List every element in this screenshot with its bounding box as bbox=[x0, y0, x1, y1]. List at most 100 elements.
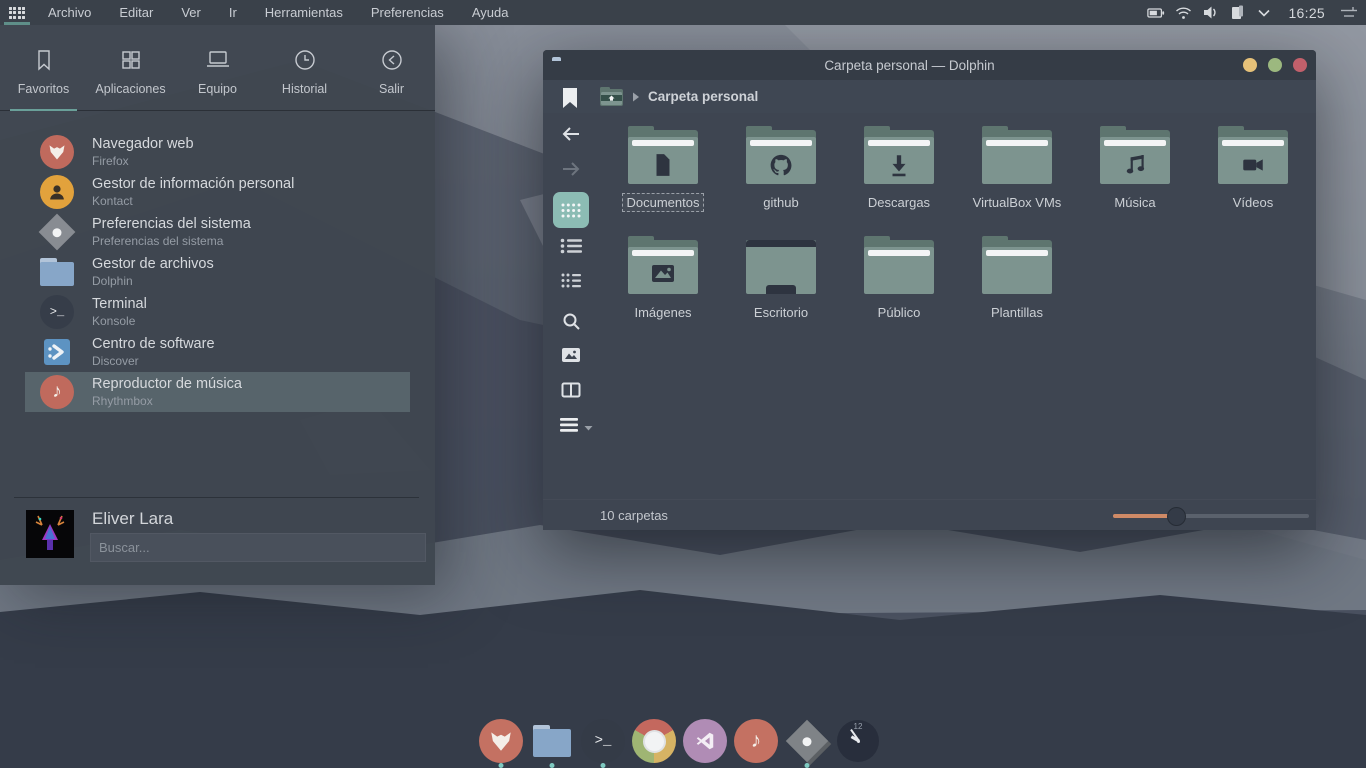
app-item-discover[interactable]: Centro de softwareDiscover bbox=[25, 332, 410, 372]
tab-equipo[interactable]: Equipo bbox=[174, 25, 261, 110]
history-icon bbox=[292, 47, 318, 73]
system-tray: 16:25 bbox=[1147, 4, 1366, 22]
app-title: Terminal bbox=[92, 296, 147, 313]
menu-archivo[interactable]: Archivo bbox=[34, 0, 105, 25]
tab-salir[interactable]: Salir bbox=[348, 25, 435, 110]
menu-preferencias[interactable]: Preferencias bbox=[357, 0, 458, 25]
app-item-system-settings[interactable]: Preferencias del sistemaPreferencias del… bbox=[25, 212, 410, 252]
dock-system-settings-icon[interactable] bbox=[785, 719, 829, 763]
folder-github[interactable]: github bbox=[722, 126, 840, 212]
back-button[interactable] bbox=[553, 116, 589, 152]
footer-separator bbox=[14, 497, 419, 498]
user-avatar[interactable] bbox=[26, 510, 74, 558]
list-view-button[interactable] bbox=[553, 228, 589, 264]
tab-aplicaciones[interactable]: Aplicaciones bbox=[87, 25, 174, 110]
wifi-icon[interactable] bbox=[1174, 4, 1192, 22]
folder-musica[interactable]: Música bbox=[1076, 126, 1194, 212]
status-folder-count: 10 carpetas bbox=[600, 508, 668, 523]
discover-icon bbox=[40, 335, 74, 369]
app-title: Navegador web bbox=[92, 136, 194, 153]
launcher-tabs: Favoritos Aplicaciones Equipo Historial … bbox=[0, 25, 435, 111]
folder-label: Documentos bbox=[622, 193, 705, 212]
menu-ir[interactable]: Ir bbox=[215, 0, 251, 25]
forward-button[interactable] bbox=[553, 151, 589, 187]
bookmark-toolbar-icon[interactable] bbox=[563, 88, 577, 108]
folder-videos[interactable]: Vídeos bbox=[1194, 126, 1312, 212]
app-title: Gestor de información personal bbox=[92, 176, 294, 193]
favorites-list: Navegador webFirefox Gestor de informaci… bbox=[0, 132, 435, 412]
zoom-slider-handle[interactable] bbox=[1167, 507, 1186, 526]
app-item-firefox[interactable]: Navegador webFirefox bbox=[25, 132, 410, 172]
desktop-folder-icon bbox=[746, 236, 816, 294]
dock-chrome-icon[interactable] bbox=[632, 719, 676, 763]
app-item-rhythmbox[interactable]: ♪ Reproductor de músicaRhythmbox bbox=[25, 372, 410, 412]
maximize-button[interactable] bbox=[1268, 58, 1282, 72]
application-launcher-panel: Favoritos Aplicaciones Equipo Historial … bbox=[0, 25, 435, 585]
menu-ayuda[interactable]: Ayuda bbox=[458, 0, 523, 25]
dock-vscode-icon[interactable] bbox=[683, 719, 727, 763]
folder-grid-row-1: Documentos github Descargas VirtualBox V… bbox=[604, 126, 1312, 212]
download-glyph bbox=[886, 152, 912, 178]
minimize-button[interactable] bbox=[1243, 58, 1257, 72]
folder-label: Música bbox=[1109, 193, 1160, 212]
dock-rhythmbox-icon[interactable]: ♪ bbox=[734, 719, 778, 763]
tab-historial[interactable]: Historial bbox=[261, 25, 348, 110]
menu-editar[interactable]: Editar bbox=[105, 0, 167, 25]
dock-konsole-icon[interactable]: >_ bbox=[581, 719, 625, 763]
icons-view-icon bbox=[560, 202, 582, 219]
folder-label: Vídeos bbox=[1228, 193, 1278, 212]
panel-settings-icon[interactable] bbox=[1340, 4, 1358, 22]
tab-label: Favoritos bbox=[18, 82, 69, 96]
dolphin-window: Carpeta personal — Dolphin Carpeta perso… bbox=[543, 50, 1316, 530]
icons-view-button[interactable] bbox=[553, 192, 589, 228]
menu-caret-icon bbox=[584, 425, 593, 431]
chevron-down-icon[interactable] bbox=[1255, 4, 1273, 22]
app-subtitle: Discover bbox=[92, 354, 215, 368]
details-view-button[interactable] bbox=[553, 262, 589, 298]
battery-icon[interactable] bbox=[1147, 4, 1165, 22]
clipboard-icon[interactable] bbox=[1228, 4, 1246, 22]
tab-favoritos[interactable]: Favoritos bbox=[0, 25, 87, 110]
folder-plantillas[interactable]: Plantillas bbox=[958, 236, 1076, 322]
app-title: Preferencias del sistema bbox=[92, 216, 251, 233]
menu-ver[interactable]: Ver bbox=[167, 0, 215, 25]
video-glyph bbox=[1240, 152, 1266, 178]
zoom-slider-fill bbox=[1113, 514, 1175, 518]
breadcrumb-location[interactable]: Carpeta personal bbox=[648, 89, 758, 104]
search-button[interactable] bbox=[553, 303, 589, 339]
folder-descargas[interactable]: Descargas bbox=[840, 126, 958, 212]
folder-documentos[interactable]: Documentos bbox=[604, 126, 722, 212]
preview-button[interactable] bbox=[553, 337, 589, 373]
dock-clock-icon[interactable]: 12 bbox=[836, 719, 880, 763]
menu-herramientas[interactable]: Herramientas bbox=[251, 0, 357, 25]
clock[interactable]: 16:25 bbox=[1282, 5, 1331, 21]
zoom-slider[interactable] bbox=[1113, 514, 1309, 518]
folder-imagenes[interactable]: Imágenes bbox=[604, 236, 722, 322]
app-item-kontact[interactable]: Gestor de información personalKontact bbox=[25, 172, 410, 212]
firefox-icon bbox=[40, 135, 74, 169]
close-button[interactable] bbox=[1293, 58, 1307, 72]
search-input[interactable] bbox=[90, 533, 426, 562]
app-item-dolphin[interactable]: Gestor de archivosDolphin bbox=[25, 252, 410, 292]
titlebar[interactable]: Carpeta personal — Dolphin bbox=[543, 50, 1316, 80]
folder-escritorio[interactable]: Escritorio bbox=[722, 236, 840, 322]
dock-dolphin-icon[interactable] bbox=[530, 719, 574, 763]
bookmark-icon bbox=[31, 47, 57, 73]
tab-label: Aplicaciones bbox=[95, 82, 165, 96]
menu-button[interactable] bbox=[553, 407, 599, 443]
app-item-konsole[interactable]: >_ TerminalKonsole bbox=[25, 292, 410, 332]
user-name: Eliver Lara bbox=[92, 509, 173, 529]
app-launcher-button[interactable] bbox=[0, 0, 34, 25]
folder-virtualbox-vms[interactable]: VirtualBox VMs bbox=[958, 126, 1076, 212]
folder-publico[interactable]: Público bbox=[840, 236, 958, 322]
github-glyph bbox=[767, 152, 795, 179]
breadcrumb-home-button[interactable] bbox=[600, 87, 623, 107]
app-subtitle: Preferencias del sistema bbox=[92, 234, 251, 248]
app-title: Reproductor de música bbox=[92, 376, 242, 393]
dock-firefox-icon[interactable] bbox=[479, 719, 523, 763]
window-title: Carpeta personal — Dolphin bbox=[603, 50, 1216, 80]
volume-icon[interactable] bbox=[1201, 4, 1219, 22]
split-view-button[interactable] bbox=[553, 372, 589, 408]
global-menubar: Archivo Editar Ver Ir Herramientas Prefe… bbox=[0, 0, 1366, 25]
location-toolbar: Carpeta personal bbox=[543, 80, 1316, 113]
